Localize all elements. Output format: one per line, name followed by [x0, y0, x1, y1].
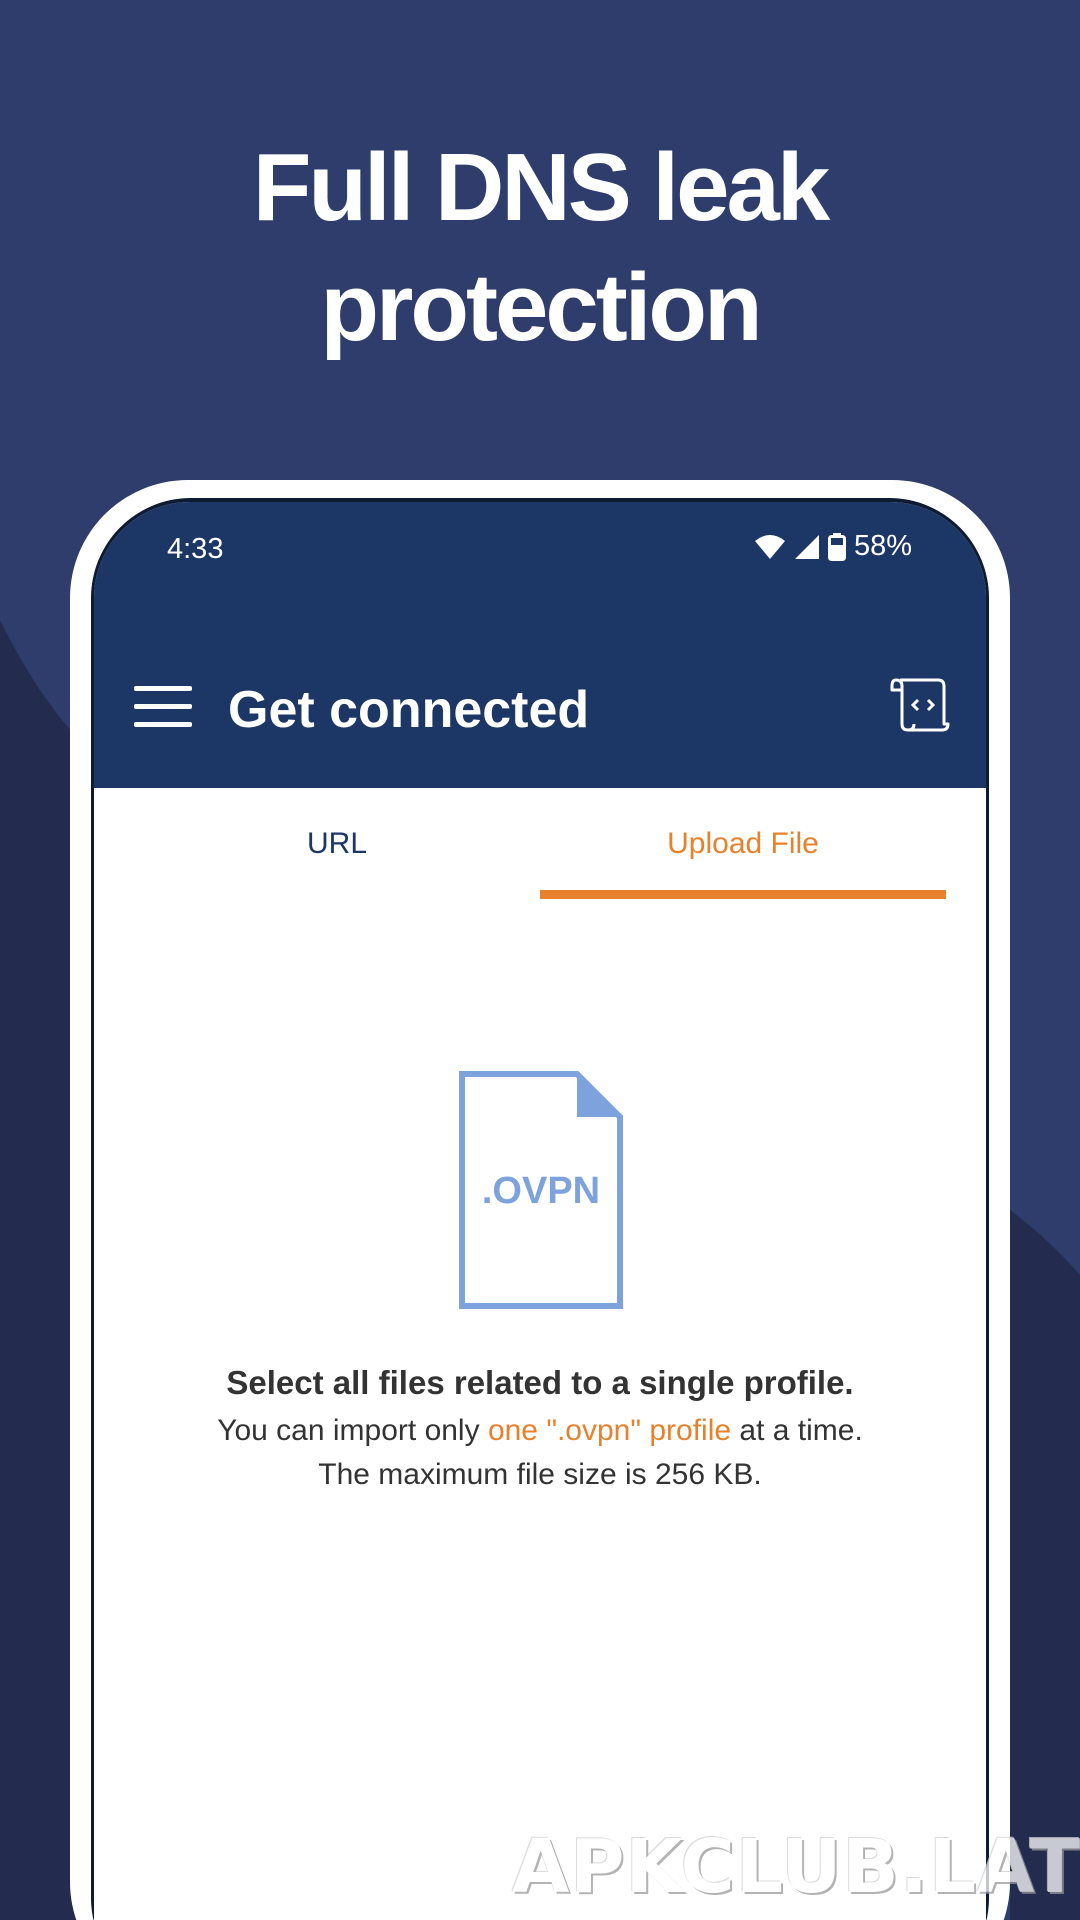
menu-icon[interactable]: [134, 684, 192, 730]
max-file-size-text: The maximum file size is 256 KB.: [318, 1458, 762, 1491]
select-files-heading: Select all files related to a single pro…: [226, 1364, 854, 1401]
ovpn-file-icon[interactable]: .OVPN: [456, 1068, 626, 1312]
toolbar: Get connected: [94, 672, 986, 748]
tab-upload-file[interactable]: Upload File: [540, 788, 946, 900]
battery-percent: 58%: [853, 530, 912, 562]
headline: Full DNS leak protection: [0, 128, 1080, 368]
tab-selected-indicator: [540, 890, 946, 899]
wifi-icon: [754, 534, 785, 559]
cellular-signal-icon: [794, 534, 819, 559]
status-icons: 58%: [754, 530, 912, 563]
battery-icon: [827, 532, 846, 561]
app-bar: 4:33 58% Get connected: [94, 502, 986, 788]
phone-screen: 4:33 58% Get connected URL Upload File .…: [94, 502, 986, 1920]
import-limit-prefix: You can import only: [217, 1414, 488, 1447]
log-scroll-icon[interactable]: [890, 676, 952, 734]
import-limit-suffix: at a time.: [731, 1414, 863, 1447]
watermark: APKCLUB.LAT: [512, 1824, 1080, 1910]
status-time: 4:33: [167, 533, 224, 565]
import-limit-text: You can import only one ".ovpn" profile …: [94, 1414, 986, 1448]
tab-url[interactable]: URL: [134, 788, 540, 900]
tab-bar: URL Upload File: [94, 788, 986, 900]
one-profile-link[interactable]: one ".ovpn" profile: [488, 1414, 731, 1447]
page-title: Get connected: [228, 681, 590, 739]
headline-line-1: Full DNS leak: [252, 134, 831, 241]
file-icon-label: .OVPN: [482, 1170, 600, 1212]
headline-line-2: protection: [320, 254, 762, 361]
